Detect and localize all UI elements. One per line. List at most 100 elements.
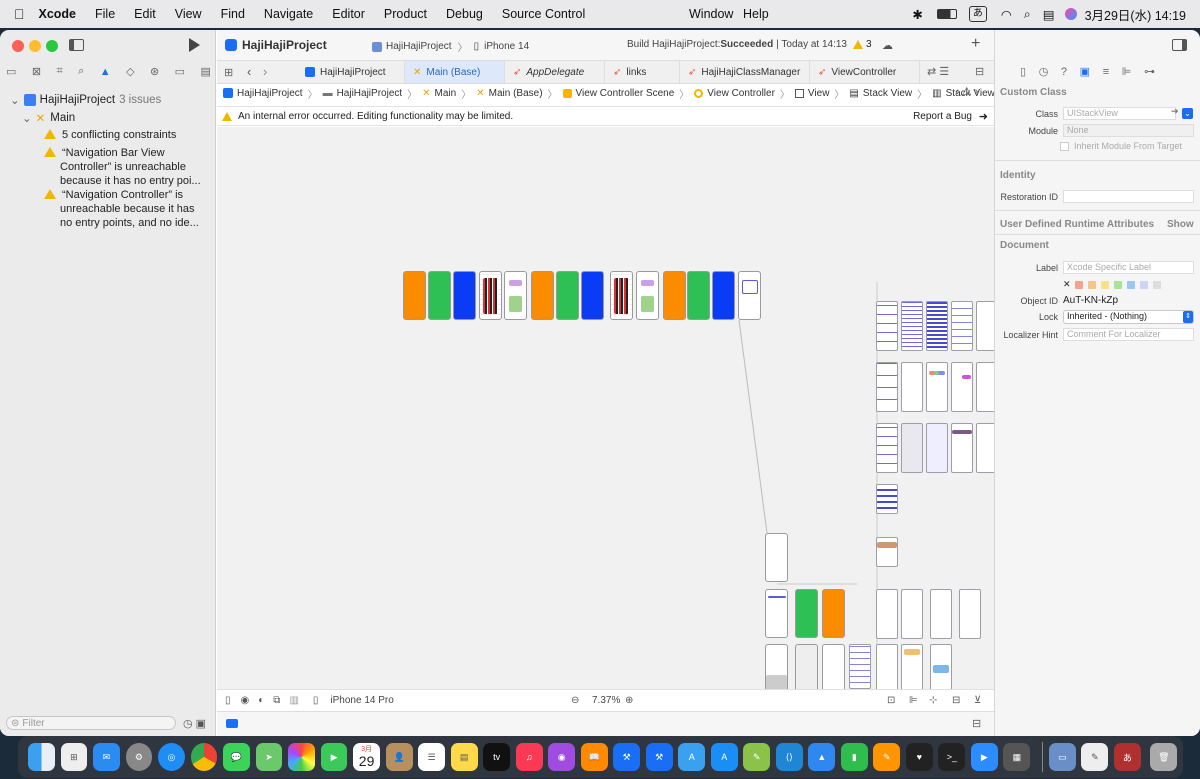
storyboard-scene[interactable] — [876, 362, 898, 412]
storyboard-scene[interactable] — [876, 589, 898, 639]
folder-icon[interactable]: ▭ — [6, 65, 16, 78]
storyboard-scene[interactable] — [951, 301, 973, 351]
warning-count[interactable]: 3 — [853, 39, 872, 50]
debug-icon[interactable]: ⊛ — [150, 65, 159, 78]
breadcrumb-project[interactable]: HajiHajiProject — [237, 88, 303, 99]
menu-view[interactable]: View — [175, 7, 202, 21]
class-arrow-icon[interactable]: ➔ — [1171, 106, 1179, 117]
textedit-icon[interactable]: ✎ — [1081, 743, 1109, 771]
finder-icon[interactable] — [28, 743, 55, 771]
menu-help[interactable]: Help — [743, 7, 769, 21]
music-icon[interactable]: ♫ — [515, 743, 543, 771]
checkbox[interactable] — [1060, 141, 1069, 151]
storyboard-scene[interactable] — [876, 301, 898, 351]
device-icon[interactable]: ▯ — [313, 695, 319, 706]
menu-product[interactable]: Product — [384, 7, 427, 21]
dictionary-icon[interactable]: あ — [1113, 743, 1141, 771]
color-swatch[interactable] — [1139, 280, 1148, 289]
no-color-icon[interactable]: ✕ — [1063, 279, 1071, 290]
storyboard-scene[interactable] — [951, 423, 973, 473]
safari-icon[interactable]: ◎ — [158, 743, 185, 771]
resolve-issues-icon[interactable]: ⊟ — [952, 695, 960, 706]
inherit-module-checkbox[interactable]: Inherit Module From Target — [1060, 141, 1182, 151]
test-icon[interactable]: ◇ — [126, 65, 134, 78]
storyboard-scene[interactable] — [765, 644, 788, 689]
update-frames-icon[interactable]: ⊡ — [887, 695, 895, 706]
messages-icon[interactable]: 💬 — [223, 743, 250, 771]
storyboard-scene[interactable] — [610, 271, 633, 320]
filter-field[interactable]: ⊜ Filter — [6, 716, 176, 730]
label-field[interactable]: Xcode Specific Label — [1063, 261, 1194, 274]
back-icon[interactable]: ‹ — [247, 64, 251, 79]
color-swatch[interactable] — [1152, 280, 1161, 289]
storyboard-scene[interactable] — [663, 271, 686, 320]
zoom-in-icon[interactable]: ⊕ — [625, 695, 633, 706]
sidebar-toggle-icon[interactable] — [69, 39, 84, 51]
numbers-icon[interactable]: ▮ — [840, 743, 868, 771]
report-bug-link[interactable]: Report a Bug — [913, 111, 972, 122]
storyboard-scene[interactable] — [976, 301, 994, 351]
keynote-icon[interactable]: ▲ — [808, 743, 836, 771]
localizer-hint-field[interactable]: Comment For Localizer — [1063, 328, 1194, 341]
storyboard-scene[interactable] — [930, 644, 952, 689]
storyboard-scene[interactable] — [876, 537, 898, 567]
storyboard-scene[interactable] — [901, 301, 923, 351]
storyboard-scene[interactable] — [822, 589, 845, 638]
chevron-down-icon[interactable]: ⌄ — [10, 93, 20, 107]
color-swatch[interactable] — [1100, 280, 1109, 289]
appearance-icon[interactable]: ◐ — [258, 695, 264, 706]
add-constraints-icon[interactable]: ⊹ — [929, 695, 937, 706]
trash-icon[interactable]: 🗑 — [1150, 743, 1178, 771]
menu-navigate[interactable]: Navigate — [264, 7, 313, 21]
facetime-icon[interactable]: ▶ — [320, 743, 348, 771]
issue-tree-project[interactable]: ⌄ HajiHajiProject 3 issues — [10, 93, 161, 107]
storyboard-scene[interactable] — [403, 271, 426, 320]
issue-item[interactable]: “Navigation Bar View Controller” is unre… — [44, 146, 204, 188]
embed-icon[interactable]: ⊻ — [974, 695, 981, 706]
color-swatch[interactable] — [1126, 280, 1135, 289]
storyboard-scene[interactable] — [976, 423, 994, 473]
color-swatch[interactable] — [1113, 280, 1122, 289]
issue-navigator-icon[interactable]: ▲ — [100, 66, 111, 78]
storyboard-scene[interactable] — [795, 644, 818, 689]
prev-issue-icon[interactable]: ‹ ⚠ › — [955, 85, 978, 98]
close-button[interactable] — [12, 40, 24, 52]
inspector-toggle-icon[interactable] — [1172, 39, 1187, 51]
instruments-icon[interactable]: ⚒ — [645, 743, 673, 771]
tab-hajihajiproject[interactable]: HajiHajiProject — [297, 61, 405, 83]
document-outline-icon[interactable]: ▯ — [225, 695, 231, 706]
menu-app-xcode[interactable]: Xcode — [39, 7, 77, 21]
wifi-icon[interactable]: ◠ — [1001, 7, 1012, 22]
chrome-icon[interactable] — [190, 743, 218, 771]
hide-debug-icon[interactable]: ⊟ — [972, 717, 981, 730]
photos-icon[interactable] — [288, 743, 315, 771]
accessibility-icon[interactable]: ◉ — [241, 695, 250, 706]
tab-main-base[interactable]: ✕ Main (Base) — [405, 61, 505, 83]
tab-links[interactable]: ➶ links — [605, 61, 680, 83]
storyboard-scene[interactable] — [926, 301, 948, 351]
filter-issues-icon[interactable]: ▣ — [196, 717, 206, 730]
storyboard-scene[interactable] — [901, 362, 923, 412]
clock[interactable]: 3月29日(水) 14:19 — [1085, 5, 1186, 24]
terminal-icon[interactable]: >_ — [938, 743, 966, 771]
storyboard-scene[interactable] — [901, 589, 923, 639]
storyboard-scene[interactable] — [926, 423, 948, 473]
device-label[interactable]: iPhone 14 Pro — [330, 695, 393, 706]
forward-icon[interactable]: › — [263, 64, 267, 79]
storyboard-scene[interactable] — [738, 271, 761, 320]
calendar-icon[interactable]: 3月 29 — [353, 743, 380, 771]
find-icon[interactable]: ⌕ — [78, 65, 84, 78]
help-inspector-icon[interactable]: ? — [1061, 66, 1067, 78]
storyboard-scene[interactable] — [712, 271, 735, 320]
breakpoint-icon[interactable]: ▭ — [175, 65, 185, 78]
file-inspector-icon[interactable]: ▯ — [1020, 65, 1026, 78]
debug-area-toggle[interactable] — [226, 719, 238, 728]
siri-icon[interactable] — [1064, 8, 1077, 20]
menu-find[interactable]: Find — [221, 7, 245, 21]
maps-icon[interactable]: ➤ — [255, 743, 283, 771]
breadcrumb-stack-view[interactable]: Stack View — [863, 88, 912, 99]
breadcrumb-scene[interactable]: View Controller Scene — [576, 88, 675, 99]
storyboard-scene[interactable] — [531, 271, 554, 320]
storyboard-scene[interactable] — [951, 362, 973, 412]
storyboard-scene[interactable] — [765, 589, 788, 638]
